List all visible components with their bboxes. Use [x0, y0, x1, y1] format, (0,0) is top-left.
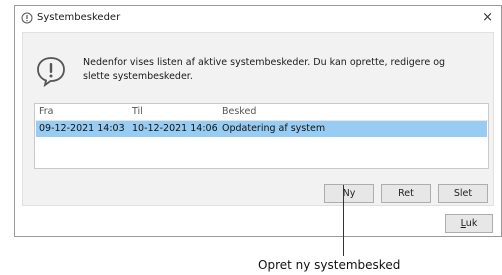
cell-to: 10-12-2021 14:06	[132, 123, 218, 134]
close-icon[interactable]: ×	[482, 10, 493, 25]
table-row[interactable]: 09-12-2021 14:03 10-12-2021 14:06 Opdate…	[36, 121, 487, 137]
annotation-label: Opret ny systembesked	[258, 258, 401, 272]
title-bar: Systembeskeder ×	[15, 6, 501, 32]
cell-from: 09-12-2021 14:03	[39, 123, 125, 134]
new-button[interactable]: Ny	[324, 184, 374, 203]
info-message: Nedenfor vises listen af aktive systembe…	[83, 57, 446, 82]
table-header: Fra Til Besked	[35, 104, 488, 121]
edit-button[interactable]: Ret	[381, 184, 431, 203]
column-header-to[interactable]: Til	[132, 106, 143, 117]
delete-button[interactable]: Slet	[438, 184, 488, 203]
dialog-body: Nedenfor vises listen af aktive systembe…	[22, 32, 494, 206]
messages-table: Fra Til Besked 09-12-2021 14:03 10-12-20…	[34, 103, 489, 169]
close-button[interactable]: Luk	[445, 214, 493, 233]
system-messages-dialog: Systembeskeder × Nedenfor vises listen a…	[14, 5, 502, 237]
column-header-from[interactable]: Fra	[39, 106, 54, 117]
cell-message: Opdatering af system	[222, 123, 326, 134]
close-button-label: uk	[465, 218, 478, 229]
column-header-message[interactable]: Besked	[222, 106, 256, 117]
window-title: Systembeskeder	[37, 12, 121, 23]
exclamation-speech-bubble-icon	[37, 57, 65, 87]
notification-icon	[21, 12, 33, 24]
annotation-line	[343, 185, 344, 256]
